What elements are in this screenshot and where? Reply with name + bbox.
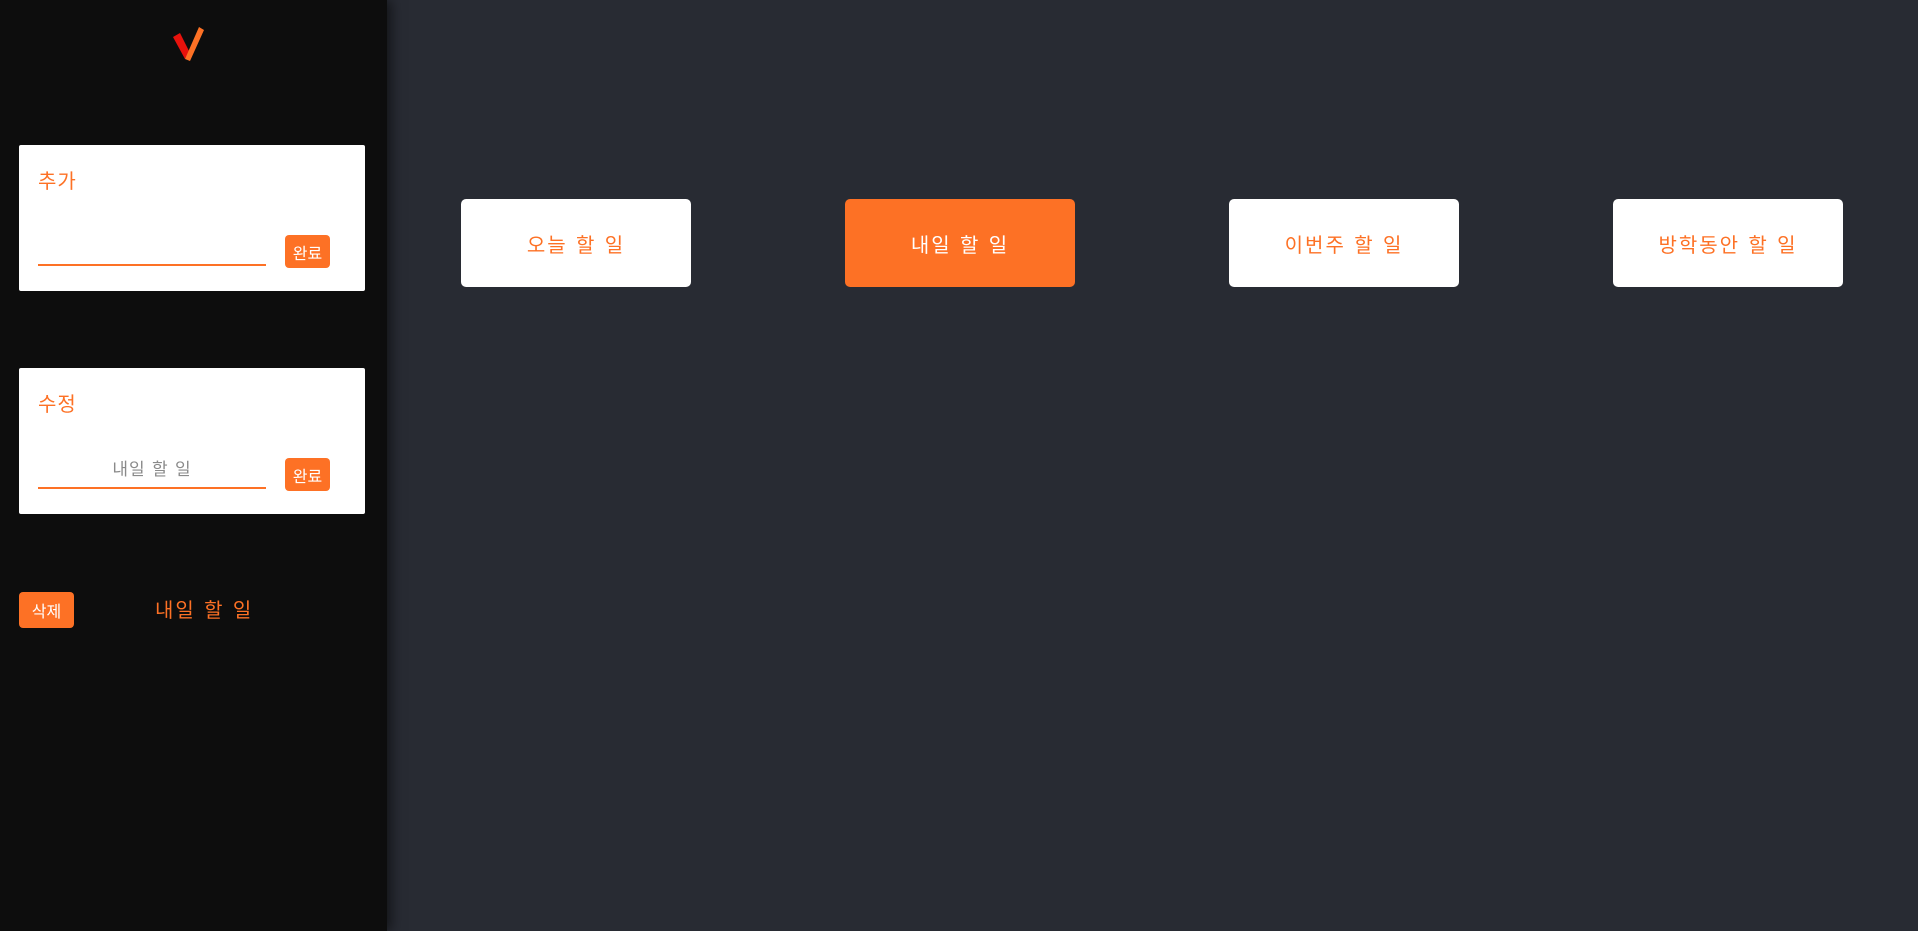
tab-tomorrow[interactable]: 내일 할 일 xyxy=(845,199,1075,287)
selected-list-label: 내일 할 일 xyxy=(155,598,254,622)
add-input[interactable] xyxy=(38,230,266,266)
tab-vacation[interactable]: 방학동안 할 일 xyxy=(1613,199,1843,287)
add-done-button[interactable]: 완료 xyxy=(285,235,330,268)
checkmark-logo-icon xyxy=(173,27,204,61)
edit-panel: 수정 완료 xyxy=(19,368,365,514)
edit-input[interactable] xyxy=(38,453,266,489)
sidebar: 추가 완료 수정 완료 삭제 내일 할 일 xyxy=(0,0,387,931)
delete-button[interactable]: 삭제 xyxy=(19,592,74,628)
edit-done-button[interactable]: 완료 xyxy=(285,458,330,491)
tab-today[interactable]: 오늘 할 일 xyxy=(461,199,691,287)
edit-panel-title: 수정 xyxy=(38,392,77,416)
add-panel-title: 추가 xyxy=(38,169,77,193)
add-panel: 추가 완료 xyxy=(19,145,365,291)
tab-this-week[interactable]: 이번주 할 일 xyxy=(1229,199,1459,287)
